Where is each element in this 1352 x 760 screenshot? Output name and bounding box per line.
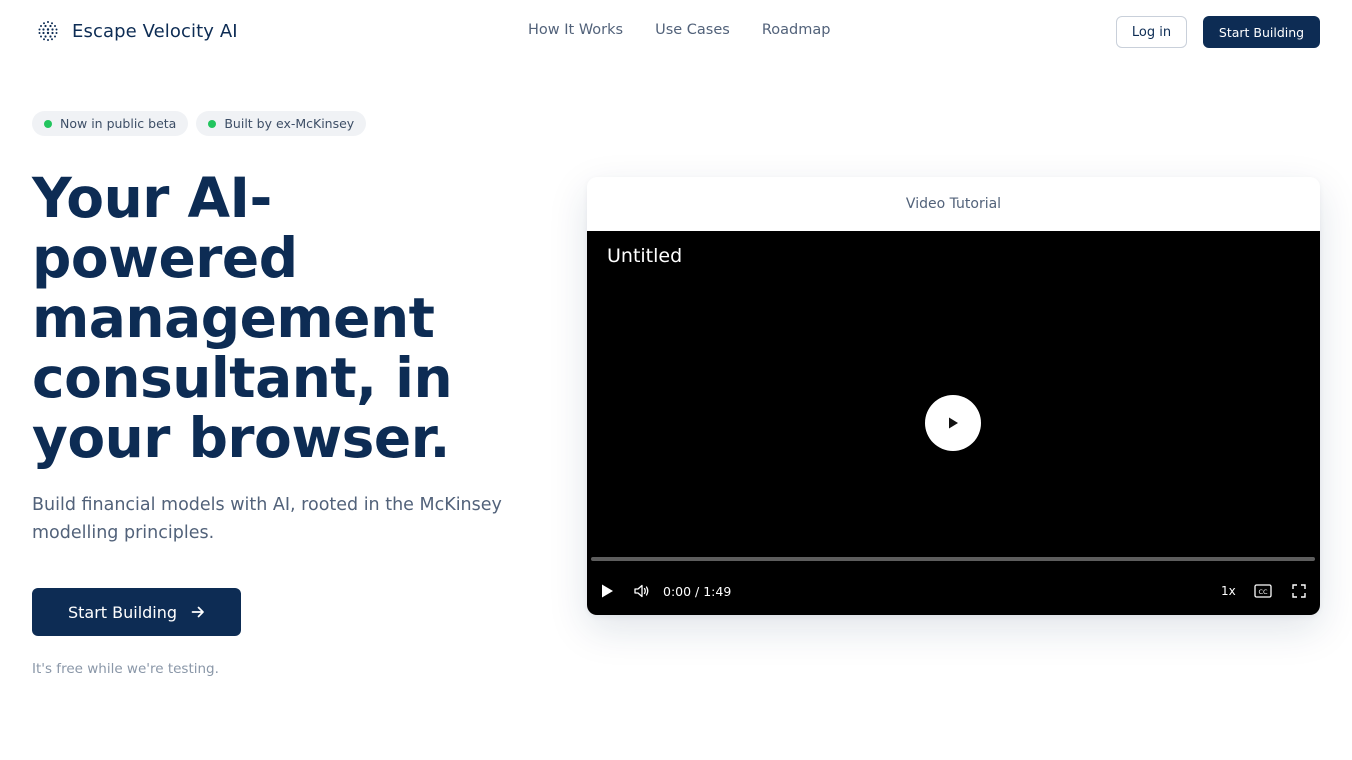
play-icon [949,417,958,429]
fullscreen-icon [1292,584,1306,598]
hero-title-line: consultant, in [32,346,453,410]
hero-cta-label: Start Building [67,602,178,622]
badge-label: Built by ex-McKinsey [224,116,355,131]
svg-text:CC: CC [1258,588,1268,596]
video-progress-bar[interactable] [591,557,1315,561]
video-card-title: Video Tutorial [905,196,1002,212]
play-icon [602,584,613,598]
site-header: Escape Velocity AI How It Works Use Case… [0,0,1352,64]
hero-title: Your AI- powered management consultant, … [32,168,572,468]
hero-start-building-button[interactable]: Start Building [32,588,241,636]
big-play-button[interactable] [925,395,981,451]
green-dot-icon [44,119,52,128]
nav-item-use-cases[interactable]: Use Cases [655,22,730,38]
fullscreen-button[interactable] [1292,579,1306,603]
play-button[interactable] [599,579,615,603]
brand-logo[interactable]: Escape Velocity AI [36,19,238,43]
hero-title-line: management [32,286,435,350]
hero-subtitle: Build financial models with AI, rooted i… [32,495,502,543]
video-player[interactable]: Untitled 0:00 / 1:49 1x CC [587,231,1320,615]
video-controls: 0:00 / 1:49 1x CC [587,579,1320,603]
badge-label: Now in public beta [60,116,177,131]
volume-icon [634,584,649,598]
video-title: Untitled [607,245,683,267]
dotted-globe-icon [38,21,58,41]
nav-item-roadmap[interactable]: Roadmap [762,22,831,38]
status-badge-mckinsey: Built by ex-McKinsey [196,111,367,136]
mute-button[interactable] [633,579,651,603]
login-button[interactable]: Log in [1116,16,1187,48]
nav-item-how-it-works[interactable]: How It Works [528,22,623,38]
video-time: 0:00 / 1:49 [663,583,732,599]
brand-name: Escape Velocity AI [72,20,238,42]
badge-row: Now in public beta Built by ex-McKinsey [32,111,367,136]
hero-title-line: Your AI- [32,166,272,230]
status-badge-beta: Now in public beta [32,111,189,136]
green-dot-icon [208,119,217,128]
header-start-building-button[interactable]: Start Building [1203,16,1320,48]
free-note: It's free while we're testing. [32,661,219,677]
hero-title-line: your browser. [32,406,450,470]
captions-button[interactable]: CC [1254,579,1272,603]
hero-title-line: powered [32,226,298,290]
arrow-right-icon [191,606,204,618]
captions-icon: CC [1254,584,1272,598]
playback-speed-button[interactable]: 1x [1221,579,1236,603]
main-nav: How It Works Use Cases Roadmap [528,22,830,38]
video-tutorial-card: Video Tutorial Untitled 0:00 / 1:49 1x C… [587,177,1320,615]
